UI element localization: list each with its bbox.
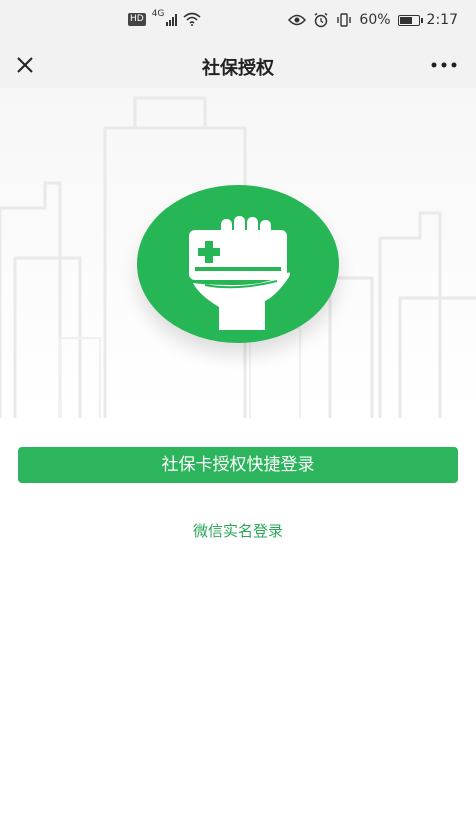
hand-holding-card-icon: [189, 216, 291, 330]
signal-icon: [166, 13, 178, 26]
screen: HD 4G 60% 2:17 社保授权 社保卡授权快捷登录 微信实名登录: [0, 0, 476, 823]
hero-badge: [137, 185, 339, 343]
network-type: 4G: [151, 9, 165, 19]
wifi-icon: [183, 12, 201, 26]
wechat-real-name-login-link[interactable]: 微信实名登录: [0, 520, 476, 541]
battery-fill: [399, 16, 412, 24]
alarm-icon: [314, 12, 328, 28]
social-security-card-login-button[interactable]: 社保卡授权快捷登录: [18, 447, 458, 483]
hero-section: [0, 88, 476, 418]
page-title: 社保授权: [202, 58, 274, 79]
eye-icon: [288, 14, 307, 26]
status-left: HD 4G: [128, 9, 201, 26]
hd-badge: HD: [128, 12, 146, 26]
more-icon[interactable]: [430, 58, 458, 72]
status-right: 60% 2:17: [288, 12, 458, 28]
battery-percent: 60%: [359, 12, 391, 28]
vibrate-icon: [337, 13, 352, 27]
status-bar: HD 4G 60% 2:17: [0, 0, 476, 44]
nav-bar: 社保授权: [0, 44, 476, 88]
battery-icon: [397, 14, 423, 26]
status-time: 2:17: [426, 12, 458, 28]
